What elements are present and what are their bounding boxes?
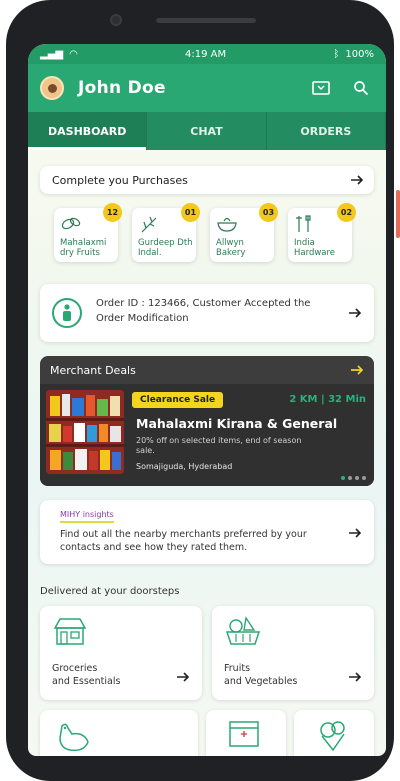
phone-side-button — [396, 190, 400, 238]
status-left: ▂▄▆ ◠ — [40, 49, 78, 60]
search-button[interactable] — [348, 75, 374, 101]
store-icon — [312, 81, 330, 95]
insights-card[interactable]: MIHY insights Find out all the nearby me… — [40, 500, 374, 564]
tile-label: India Hardware — [294, 238, 336, 258]
purchase-tile[interactable]: 02 India Hardware — [288, 203, 356, 262]
grocery-store-icon — [52, 616, 88, 650]
avatar[interactable] — [40, 76, 64, 100]
count-badge: 03 — [259, 203, 278, 222]
tab-chat[interactable]: CHAT — [147, 112, 267, 150]
ice-cream-icon — [316, 718, 350, 756]
count-badge: 01 — [181, 203, 200, 222]
fruits-basket-icon — [224, 614, 262, 650]
status-right: ᛒ 100% — [333, 49, 374, 60]
offer-text: 20% off on selected items, end of season… — [136, 436, 302, 455]
desserts-tile[interactable] — [294, 710, 374, 756]
complete-purchases-card[interactable]: Complete you Purchases — [40, 166, 374, 194]
clearance-sale-tag: Clearance Sale — [132, 392, 224, 408]
count-badge: 02 — [337, 203, 356, 222]
customer-icon — [52, 298, 82, 328]
tab-orders[interactable]: ORDERS — [267, 112, 386, 150]
bowl-icon — [216, 214, 238, 238]
signal-icon: ▂▄▆ — [40, 48, 64, 60]
distance-time: 2 KM | 32 Min — [289, 394, 366, 405]
app-screen: ▂▄▆ ◠ 4:19 AM ᛒ 100% John Doe DASHBOARD … — [28, 44, 386, 756]
merchant-deals-card[interactable]: Merchant Deals Clearance Sale 2 KM | 32 … — [40, 356, 374, 486]
carousel-dots — [341, 476, 366, 480]
merchant-deals-header: Merchant Deals — [40, 356, 374, 384]
phone-frame: ▂▄▆ ◠ 4:19 AM ᛒ 100% John Doe DASHBOARD … — [6, 0, 400, 781]
arrow-right-icon[interactable] — [174, 668, 192, 686]
shop-name: Mahalaxmi Kirana & General — [136, 416, 338, 431]
insights-title: MIHY insights — [60, 510, 114, 523]
arrow-right-icon[interactable] — [346, 524, 364, 542]
count-badge: 12 — [103, 203, 122, 222]
bluetooth-icon: ᛒ — [333, 48, 340, 60]
arrow-right-icon[interactable] — [346, 304, 364, 322]
tab-dashboard[interactable]: DASHBOARD — [28, 112, 148, 150]
arrow-right-icon[interactable] — [350, 364, 364, 376]
tile-label: Gurdeep Dth Indal. — [138, 238, 193, 258]
purchase-tile[interactable]: 12 Mahalaxmi dry Fruits — [54, 203, 122, 262]
status-time: 4:19 AM — [185, 48, 227, 60]
tools-icon — [294, 214, 316, 238]
nuts-icon — [60, 214, 82, 238]
tile-label: Groceries and Essentials — [52, 663, 121, 687]
order-status-card[interactable]: Order ID : 123466, Customer Accepted the… — [40, 284, 374, 342]
tile-label: Mahalaxmi dry Fruits — [60, 238, 107, 258]
purchase-tile[interactable]: 03 Allwyn Bakery — [210, 203, 278, 262]
merchant-deals-title: Merchant Deals — [50, 363, 136, 377]
store-button[interactable] — [308, 75, 334, 101]
plant-icon — [138, 214, 160, 238]
complete-purchases-title: Complete you Purchases — [52, 174, 188, 187]
phone-camera — [110, 14, 122, 26]
tile-label: Fruits and Vegetables — [224, 663, 298, 687]
battery-level: 100% — [345, 48, 374, 60]
search-icon — [354, 81, 369, 96]
status-bar: ▂▄▆ ◠ 4:19 AM ᛒ 100% — [28, 44, 386, 64]
store-shelf-image — [46, 390, 124, 474]
order-status-text: Order ID : 123466, Customer Accepted the… — [96, 298, 311, 324]
fruits-vegetables-tile[interactable]: Fruits and Vegetables — [212, 606, 374, 700]
chicken-icon — [54, 720, 92, 756]
meat-tile[interactable] — [40, 710, 198, 756]
wifi-icon: ◠ — [69, 48, 78, 60]
app-bar: John Doe — [28, 64, 386, 112]
pharmacy-icon — [226, 718, 262, 754]
tile-label: Allwyn Bakery — [216, 238, 246, 258]
purchase-tile[interactable]: 01 Gurdeep Dth Indal. — [132, 203, 200, 262]
user-name: John Doe — [78, 78, 166, 98]
arrow-right-icon[interactable] — [348, 171, 366, 189]
phone-speaker — [156, 18, 256, 23]
groceries-tile[interactable]: Groceries and Essentials — [40, 606, 202, 700]
tab-bar: DASHBOARD CHAT ORDERS — [28, 112, 386, 150]
pharmacy-tile[interactable] — [206, 710, 286, 756]
insights-text: Find out all the nearby merchants prefer… — [60, 529, 307, 553]
deal-body: Clearance Sale 2 KM | 32 Min Mahalaxmi K… — [40, 384, 374, 486]
delivered-section-title: Delivered at your doorsteps — [40, 586, 180, 597]
shop-location: Somajiguda, Hyderabad — [136, 462, 233, 471]
arrow-right-icon[interactable] — [346, 668, 364, 686]
